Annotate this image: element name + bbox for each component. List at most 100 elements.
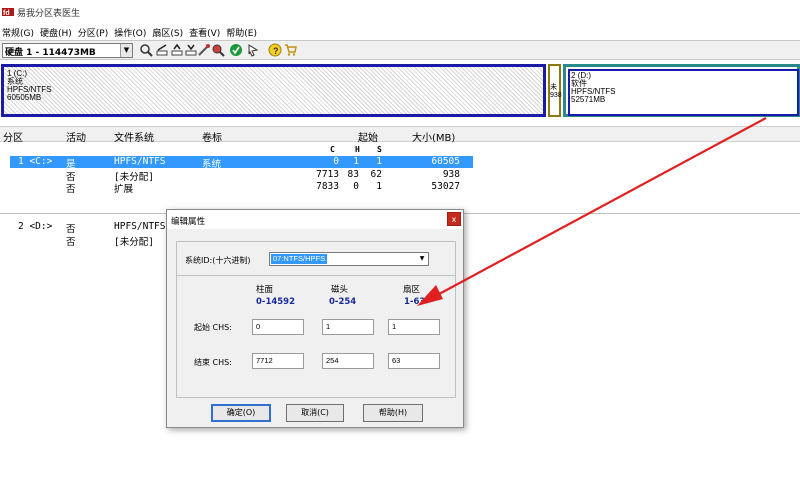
toolbar: 硬盘 1 - 114473MB ▼ ? xyxy=(0,40,800,60)
table-row[interactable]: 否 [未分配] 7713 83 62 938 xyxy=(0,169,800,183)
header-partition[interactable]: 分区 xyxy=(3,129,23,144)
cell-active: 否 xyxy=(66,237,76,248)
cancel-button[interactable]: 取消(C) xyxy=(286,404,344,422)
range-cylinder: 0-14592 xyxy=(256,297,296,307)
header-active[interactable]: 活动 xyxy=(66,129,86,144)
sysid-label: 系统ID:(十六进制) xyxy=(185,256,251,265)
cell-filesystem: HPFS/NTFS xyxy=(114,221,166,232)
header-filesystem[interactable]: 文件系统 xyxy=(114,129,154,144)
app-logo-icon: fd xyxy=(2,8,14,17)
header-start[interactable]: 起始 xyxy=(358,129,378,144)
cell-active: 否 xyxy=(66,184,76,195)
cell-partition: 1 <C:> xyxy=(18,156,53,167)
menu-partition[interactable]: 分区(P) xyxy=(76,24,112,40)
cell-c: 0 xyxy=(333,156,339,167)
end-chs-label: 结束 CHS: xyxy=(194,358,232,367)
menu-bar: 常规(G) 硬盘(H) 分区(P) 操作(O) 扇区(S) 查看(V) 帮助(E… xyxy=(0,24,800,40)
column-sector: 扇区 xyxy=(403,285,421,295)
ok-button[interactable]: 确定(O) xyxy=(211,404,271,422)
dialog-group-separator xyxy=(176,275,456,276)
start-chs-label: 起始 CHS: xyxy=(194,323,232,332)
unallocated-size: 938 xyxy=(550,92,562,99)
header-chs-h: H xyxy=(355,145,360,154)
cell-size: 53027 xyxy=(431,181,460,192)
cell-size: 938 xyxy=(442,169,460,180)
dialog-title-bar[interactable]: 编辑属性 x xyxy=(167,210,463,229)
partition-block-c[interactable]: 1 (C:) 系统 HPFS/NTFS 60505MB xyxy=(1,64,546,117)
partition-table-header: 分区 活动 文件系统 卷标 起始 大小(MB) xyxy=(0,126,800,144)
title-bar: fd 易我分区表医生 xyxy=(0,0,800,24)
backup-icon[interactable] xyxy=(170,43,184,57)
cell-partition: 2 <D:> xyxy=(18,221,53,232)
end-head-input[interactable]: 254 xyxy=(322,353,374,369)
end-cylinder-input[interactable]: 7712 xyxy=(252,353,304,369)
dialog-title: 编辑属性 xyxy=(171,217,206,227)
partition-d-info: 2 (D:) 软件 HPFS/NTFS 52571MB xyxy=(571,72,615,104)
menu-view[interactable]: 查看(V) xyxy=(187,24,224,40)
cell-s: 62 xyxy=(370,169,382,180)
partition-block-unallocated[interactable]: 未 938 xyxy=(548,64,562,117)
range-head: 0-254 xyxy=(329,297,357,307)
start-sector-input[interactable]: 1 xyxy=(388,319,440,335)
help-button[interactable]: 帮助(H) xyxy=(363,404,423,422)
cart-icon[interactable] xyxy=(284,43,298,57)
table-row[interactable]: 1 <C:> 是 HPFS/NTFS 系统 0 1 1 60505 xyxy=(10,156,473,170)
rebuild-icon[interactable] xyxy=(211,43,225,57)
extended-partition-block: 2 (D:) 软件 HPFS/NTFS 52571MB xyxy=(563,64,800,117)
cell-h: 0 xyxy=(353,181,359,192)
cell-s: 1 xyxy=(376,156,382,167)
column-cylinder: 柱面 xyxy=(256,285,274,295)
start-head-input[interactable]: 1 xyxy=(322,319,374,335)
info-icon[interactable]: ? xyxy=(268,43,282,57)
svg-text:?: ? xyxy=(273,46,279,56)
menu-disk[interactable]: 硬盘(H) xyxy=(38,24,76,40)
svg-text:fd: fd xyxy=(3,10,10,17)
close-icon[interactable]: x xyxy=(447,212,461,226)
cell-size: 60505 xyxy=(431,156,460,167)
end-sector-input[interactable]: 63 xyxy=(388,353,440,369)
disk-map: 1 (C:) 系统 HPFS/NTFS 60505MB 未 938 2 (D:)… xyxy=(0,62,800,118)
hint-icon[interactable] xyxy=(246,43,260,57)
menu-help[interactable]: 帮助(E) xyxy=(224,24,261,40)
table-row[interactable]: 否 扩展 7833 0 1 53027 xyxy=(0,181,800,195)
search-disk-icon[interactable] xyxy=(139,43,153,57)
cell-filesystem: HPFS/NTFS xyxy=(114,156,166,167)
partition-c-info: 1 (C:) 系统 HPFS/NTFS 60505MB xyxy=(7,70,51,102)
cell-active: 否 xyxy=(66,224,76,235)
header-size[interactable]: 大小(MB) xyxy=(412,129,455,144)
partition-c-size: 60505MB xyxy=(7,93,42,102)
header-chs-s: S xyxy=(377,145,382,154)
cell-active: 是 xyxy=(66,159,76,170)
cell-filesystem: 扩展 xyxy=(114,184,134,195)
edit-properties-dialog: 编辑属性 x 系统ID:(十六进制) 07:NTFS/HPFS ▼ 柱面 磁头 … xyxy=(166,209,464,428)
sysid-value: 07:NTFS/HPFS xyxy=(271,254,328,264)
partition-block-d[interactable]: 2 (D:) 软件 HPFS/NTFS 52571MB xyxy=(568,69,799,116)
cell-h: 1 xyxy=(353,156,359,167)
range-sector: 1-63 xyxy=(404,297,426,307)
menu-general[interactable]: 常规(G) xyxy=(0,24,38,40)
arrow-shaft xyxy=(427,117,767,301)
column-head: 磁头 xyxy=(331,285,349,295)
unallocated-label: 未 xyxy=(550,84,557,91)
header-label[interactable]: 卷标 xyxy=(202,129,222,144)
restore-icon[interactable] xyxy=(184,43,198,57)
partition-d-size: 52571MB xyxy=(571,95,606,104)
cell-s: 1 xyxy=(376,181,382,192)
edit-icon[interactable] xyxy=(155,43,169,57)
header-chs-c: C xyxy=(330,145,335,154)
chevron-down-icon[interactable]: ▼ xyxy=(417,254,427,264)
menu-sector[interactable]: 扇区(S) xyxy=(150,24,187,40)
cell-filesystem: [未分配] xyxy=(114,237,154,248)
disk-select-value: 硬盘 1 - 114473MB xyxy=(5,48,96,58)
tools-icon[interactable] xyxy=(197,43,211,57)
cell-c: 7713 xyxy=(316,169,339,180)
check-icon[interactable] xyxy=(229,43,243,57)
unallocated-info: 未 938 xyxy=(550,84,562,100)
start-cylinder-input[interactable]: 0 xyxy=(252,319,304,335)
menu-operation[interactable]: 操作(O) xyxy=(112,24,150,40)
cell-label: 系统 xyxy=(202,159,222,170)
chevron-down-icon[interactable]: ▼ xyxy=(120,44,132,57)
sysid-select[interactable]: 07:NTFS/HPFS ▼ xyxy=(269,252,429,266)
cell-h: 83 xyxy=(347,169,359,180)
disk-select[interactable]: 硬盘 1 - 114473MB ▼ xyxy=(2,43,133,58)
